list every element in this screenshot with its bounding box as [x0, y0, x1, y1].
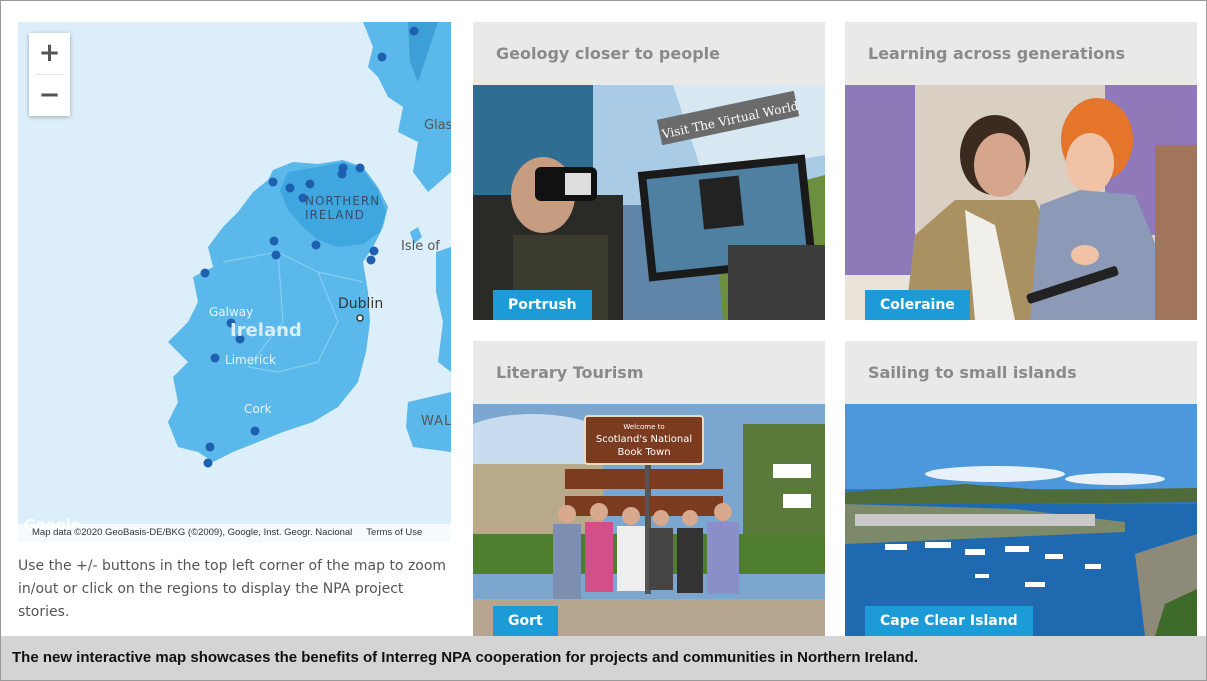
- map-marker[interactable]: [311, 240, 321, 250]
- card-title: Sailing to small islands: [868, 363, 1077, 382]
- map-marker[interactable]: [305, 179, 315, 189]
- map-label-dublin: Dublin: [338, 296, 384, 312]
- map-marker[interactable]: [355, 163, 365, 173]
- card-photo-gort[interactable]: Welcome to Scotland's National Book Town…: [473, 404, 825, 636]
- map-canvas[interactable]: [18, 22, 451, 542]
- terms-of-use-link[interactable]: Terms of Use: [366, 527, 422, 538]
- map-marker[interactable]: [369, 246, 379, 256]
- map-region-england[interactable]: [436, 247, 451, 372]
- zoom-out-button[interactable]: −: [29, 75, 70, 116]
- map-label-ireland: Ireland: [230, 320, 302, 341]
- story-card-sailing[interactable]: Sailing to small islands Cape Clear Isla…: [845, 341, 1197, 636]
- map-label-cork: Cork: [244, 402, 272, 416]
- map-marker[interactable]: [409, 26, 419, 36]
- location-badge[interactable]: Coleraine: [865, 290, 970, 320]
- map-marker[interactable]: [377, 52, 387, 62]
- card-title: Geology closer to people: [496, 44, 720, 63]
- story-card-learning[interactable]: Learning across generations Coleraine: [845, 22, 1197, 320]
- card-photo-cape-clear[interactable]: Cape Clear Island: [845, 404, 1197, 636]
- dublin-city-marker: [356, 314, 364, 322]
- sign-line-3: Book Town: [617, 447, 670, 458]
- map-label-glasgow: Glas: [424, 118, 451, 133]
- location-badge[interactable]: Portrush: [493, 290, 592, 320]
- map-marker[interactable]: [337, 169, 347, 179]
- map-marker[interactable]: [285, 183, 295, 193]
- zoom-in-button[interactable]: +: [29, 33, 70, 74]
- map-help-text: Use the +/- buttons in the top left corn…: [18, 558, 447, 620]
- interactive-map[interactable]: NORTHERN IRELAND Isle of Dublin Galway I…: [18, 22, 451, 542]
- map-marker[interactable]: [268, 177, 278, 187]
- story-card-literary[interactable]: Literary Tourism Welcome to Scotland's N…: [473, 341, 825, 636]
- map-label-northern-ireland: NORTHERN IRELAND: [305, 194, 381, 222]
- map-label-galway: Galway: [209, 305, 254, 319]
- map-marker[interactable]: [200, 268, 210, 278]
- location-badge[interactable]: Gort: [493, 606, 558, 636]
- attribution-text: Map data ©2020 GeoBasis-DE/BKG (©2009), …: [32, 527, 353, 538]
- card-photo-portrush[interactable]: Visit The Virtual World Portrush: [473, 85, 825, 320]
- card-title: Learning across generations: [868, 44, 1126, 63]
- zoom-control: + −: [29, 33, 70, 116]
- card-title: Literary Tourism: [496, 363, 644, 382]
- map-attribution: Map data ©2020 GeoBasis-DE/BKG (©2009), …: [18, 524, 451, 542]
- map-marker[interactable]: [269, 236, 279, 246]
- location-badge[interactable]: Cape Clear Island: [865, 606, 1033, 636]
- sign-line-2: Scotland's National: [596, 434, 692, 445]
- map-marker[interactable]: [271, 250, 281, 260]
- map-label-isle-of-man: Isle of: [401, 239, 440, 254]
- map-label-limerick: Limerick: [225, 353, 276, 367]
- map-label-wales: WAL: [421, 414, 451, 429]
- story-card-geology[interactable]: Geology closer to people Visit The Virtu…: [473, 22, 825, 320]
- map-region-scotland[interactable]: [363, 22, 451, 192]
- map-marker[interactable]: [205, 442, 215, 452]
- figure-caption: The new interactive map showcases the be…: [1, 636, 1206, 680]
- card-photo-coleraine[interactable]: Coleraine: [845, 85, 1197, 320]
- map-marker[interactable]: [250, 426, 260, 436]
- map-marker[interactable]: [203, 458, 213, 468]
- sign-line-1: Welcome to: [623, 423, 664, 431]
- map-marker[interactable]: [210, 353, 220, 363]
- map-marker[interactable]: [366, 255, 376, 265]
